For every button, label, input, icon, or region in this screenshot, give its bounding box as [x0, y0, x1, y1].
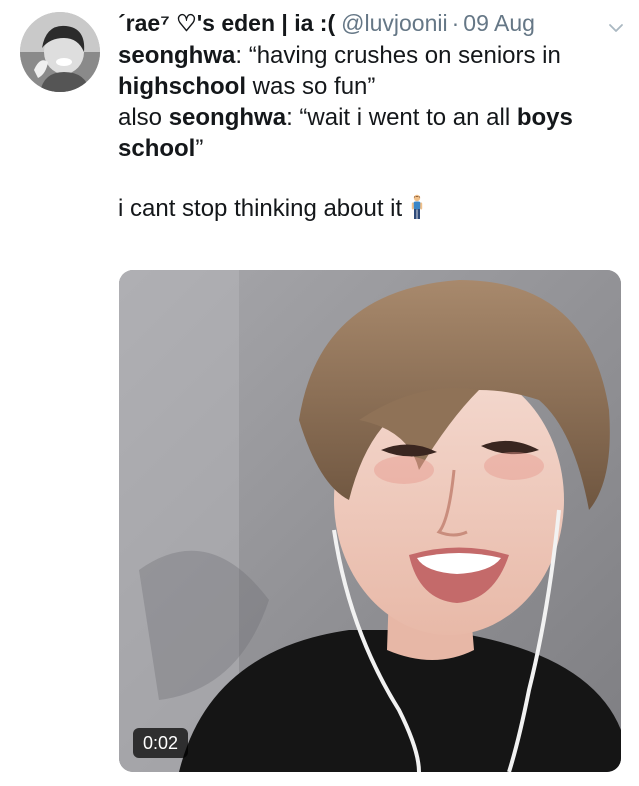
line-text: : “wait i went to an all	[286, 104, 517, 131]
person-standing-icon	[410, 194, 424, 228]
chevron-down-icon[interactable]	[607, 14, 625, 32]
user-handle[interactable]: @luvjoonii	[341, 8, 447, 38]
display-name[interactable]: ´rae⁷ ♡'s eden | ia :(	[118, 8, 335, 38]
bold-name: seonghwa	[168, 104, 287, 131]
tweet[interactable]: ´rae⁷ ♡'s eden | ia :( @luvjoonii · 09 A…	[0, 0, 639, 786]
tweet-line-closing: i cant stop thinking about it	[118, 193, 625, 228]
video-frame	[119, 270, 621, 772]
tweet-header: ´rae⁷ ♡'s eden | ia :( @luvjoonii · 09 A…	[118, 8, 625, 38]
tweet-line-1: seonghwa: “having crushes on seniors in	[118, 40, 625, 71]
tweet-text: seonghwa: “having crushes on seniors in …	[118, 40, 625, 228]
tweet-line-3: also seonghwa: “wait i went to an all bo…	[118, 102, 625, 133]
video-player[interactable]: 0:02	[119, 270, 621, 772]
video-duration-badge: 0:02	[133, 728, 189, 758]
bold-word: highschool	[118, 73, 246, 100]
line-text: : “having crushes on seniors in	[235, 42, 561, 69]
tweet-content: ´rae⁷ ♡'s eden | ia :( @luvjoonii · 09 A…	[118, 8, 625, 228]
bold-word: school	[118, 135, 196, 162]
tweet-line-4: school”	[118, 133, 625, 164]
line-text: ”	[195, 135, 204, 162]
line-text: was so fun”	[246, 73, 376, 100]
line-prefix: also	[118, 104, 169, 131]
closing-text: i cant stop thinking about it	[118, 195, 403, 222]
avatar-image	[20, 12, 100, 92]
separator: ·	[451, 10, 460, 36]
tweet-date[interactable]: 09 Aug	[463, 8, 535, 38]
tweet-line-2: highschool was so fun”	[118, 71, 625, 102]
avatar[interactable]	[20, 12, 100, 92]
bold-name: seonghwa	[118, 42, 236, 69]
bold-word: boys	[516, 104, 573, 131]
